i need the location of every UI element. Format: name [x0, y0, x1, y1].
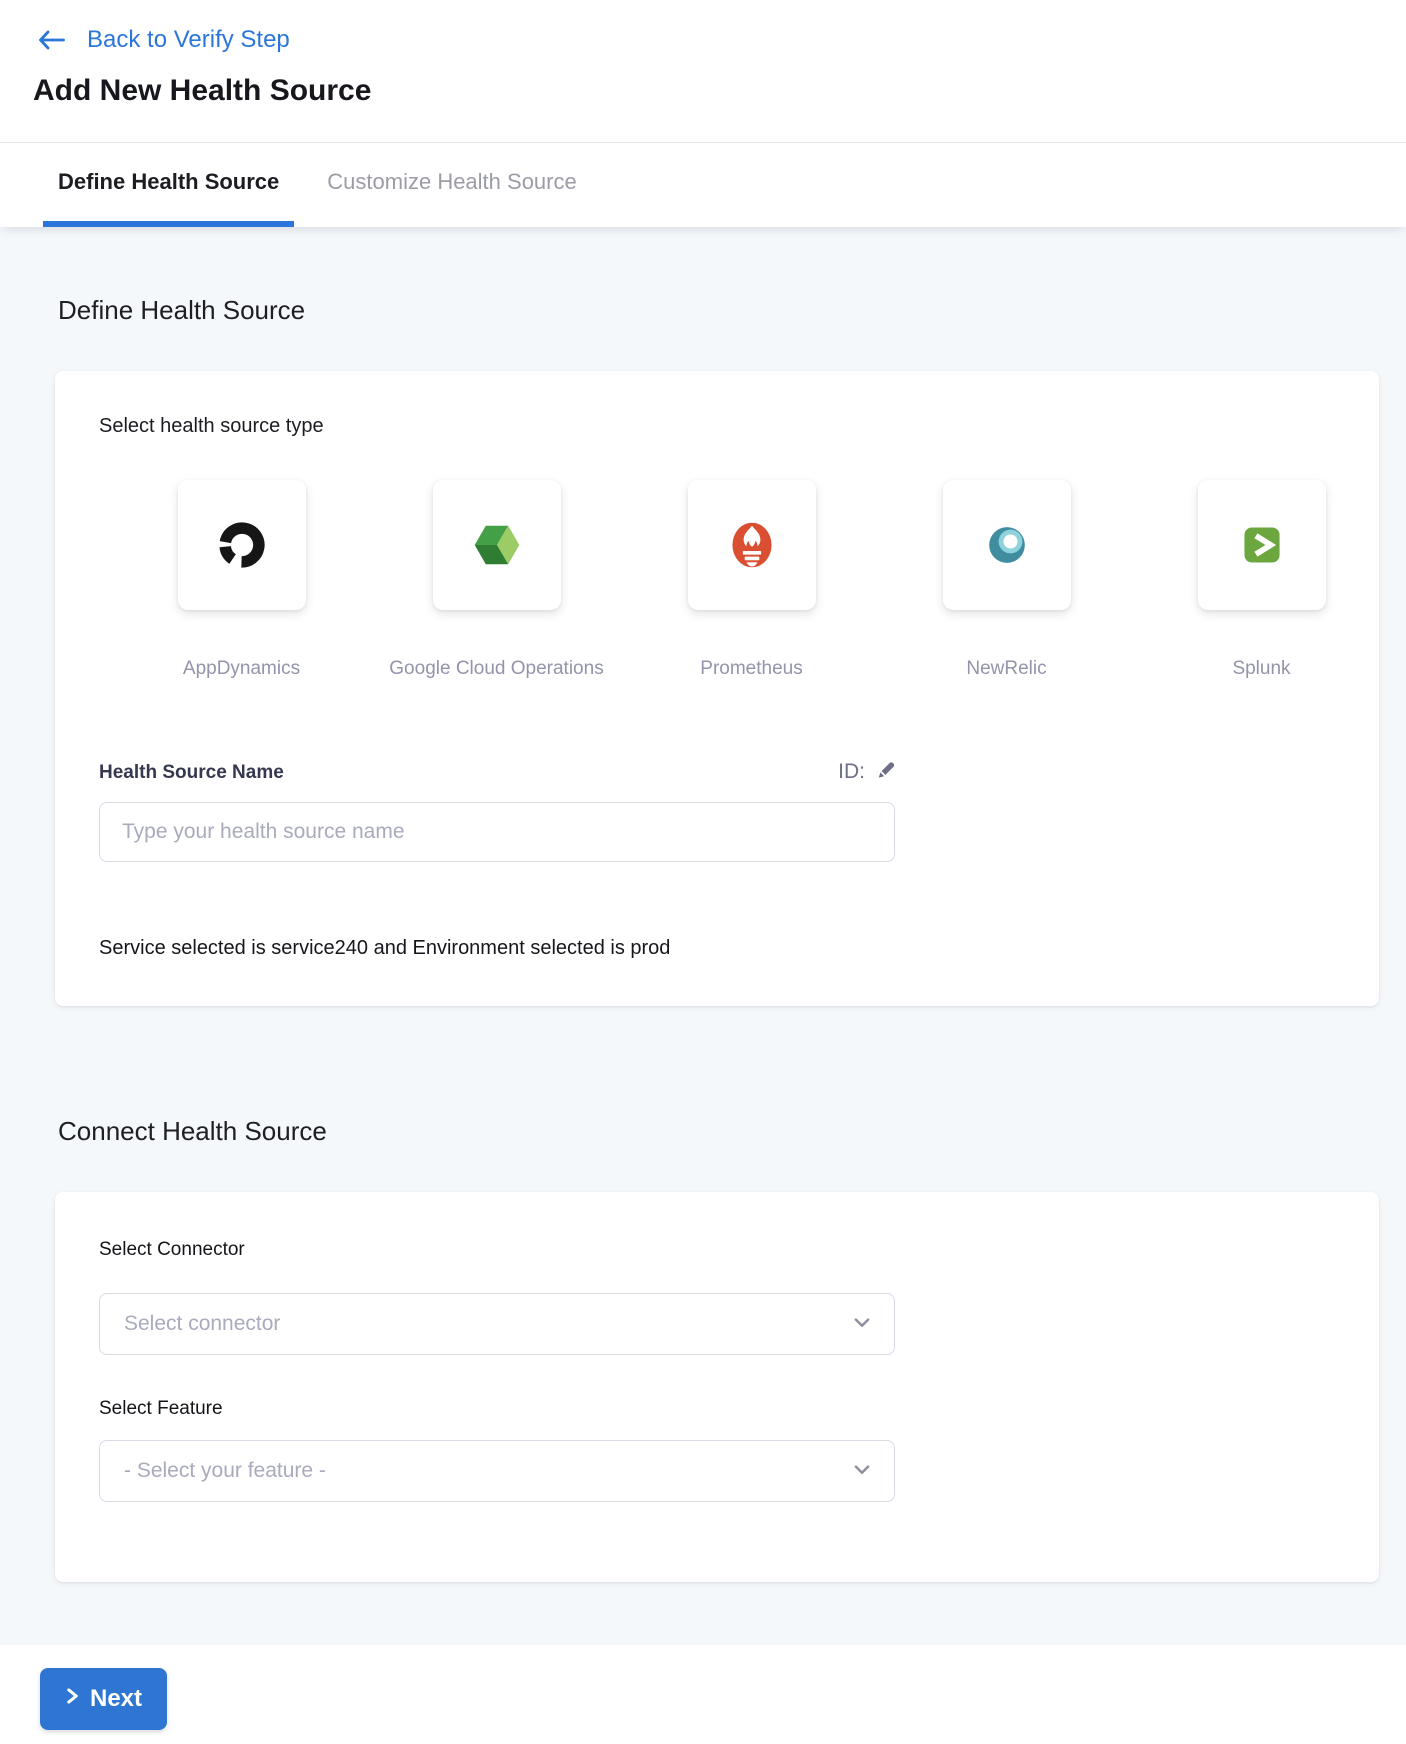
define-section-heading: Define Health Source	[58, 227, 1379, 327]
appdynamics-tile[interactable]	[178, 480, 306, 610]
select-connector-label: Select Connector	[99, 1239, 245, 1260]
page-footer: Next	[0, 1645, 1406, 1744]
splunk-icon	[1235, 518, 1289, 572]
edit-id-button[interactable]	[876, 761, 895, 783]
page-title: Add New Health Source	[33, 73, 1370, 109]
appdynamics-icon	[215, 518, 269, 572]
tab-define-health-source[interactable]: Define Health Source	[43, 143, 294, 227]
prometheus-icon	[725, 518, 779, 572]
source-type-splunk: Splunk	[1134, 480, 1389, 680]
splunk-tile[interactable]	[1198, 480, 1326, 610]
health-source-name-input[interactable]	[99, 802, 895, 862]
source-type-appdynamics: AppDynamics	[114, 480, 369, 680]
newrelic-icon	[980, 518, 1034, 572]
google-cloud-operations-tile[interactable]	[433, 480, 561, 610]
source-type-newrelic: NewRelic	[879, 480, 1134, 680]
google-cloud-operations-icon	[470, 518, 524, 572]
source-type-label: Prometheus	[700, 658, 802, 680]
health-source-tabbar: Define Health Source Customize Health So…	[0, 143, 1406, 227]
source-type-label: Splunk	[1232, 658, 1290, 680]
feature-select[interactable]: - Select your feature -	[99, 1440, 895, 1502]
source-type-label: Google Cloud Operations	[389, 658, 603, 680]
add-health-source-page: Back to Verify Step Add New Health Sourc…	[0, 0, 1406, 1744]
health-source-name-row: Health Source Name ID:	[99, 760, 895, 784]
source-type-gco: Google Cloud Operations	[369, 480, 624, 680]
id-wrap: ID:	[838, 760, 895, 784]
next-button-label: Next	[90, 1685, 142, 1713]
next-button[interactable]: Next	[40, 1668, 167, 1730]
chevron-right-icon	[65, 1685, 80, 1713]
source-type-label: NewRelic	[966, 658, 1046, 680]
back-arrow-icon	[36, 28, 66, 52]
page-header: Back to Verify Step Add New Health Sourc…	[0, 0, 1406, 143]
source-type-prometheus: Prometheus	[624, 480, 879, 680]
select-type-label: Select health source type	[99, 415, 1335, 438]
tab-customize-health-source[interactable]: Customize Health Source	[327, 143, 576, 227]
select-feature-label: Select Feature	[99, 1398, 1335, 1420]
connector-select[interactable]: Select connector	[99, 1293, 895, 1355]
connect-section-heading: Connect Health Source	[58, 1006, 1379, 1148]
pencil-icon	[876, 761, 895, 783]
connect-health-source-card: Select Connector Select connector Select…	[55, 1192, 1379, 1582]
prometheus-tile[interactable]	[688, 480, 816, 610]
content-area: Define Health Source Select health sourc…	[0, 227, 1406, 1645]
chevron-down-icon	[854, 1462, 870, 1480]
health-source-name-label: Health Source Name	[99, 762, 284, 784]
back-link-label: Back to Verify Step	[87, 26, 290, 54]
service-env-text: Service selected is service240 and Envir…	[99, 937, 1335, 960]
chevron-down-icon	[854, 1315, 870, 1333]
define-health-source-card: Select health source type AppDynamics	[55, 371, 1379, 1006]
id-label: ID:	[838, 760, 865, 784]
back-to-verify-link[interactable]: Back to Verify Step	[36, 26, 290, 54]
newrelic-tile[interactable]	[943, 480, 1071, 610]
source-type-label: AppDynamics	[183, 658, 300, 680]
source-type-grid: AppDynamics Google Cloud Operations	[114, 480, 1335, 680]
feature-select-placeholder: - Select your feature -	[124, 1459, 326, 1483]
connector-select-placeholder: Select connector	[124, 1312, 280, 1336]
